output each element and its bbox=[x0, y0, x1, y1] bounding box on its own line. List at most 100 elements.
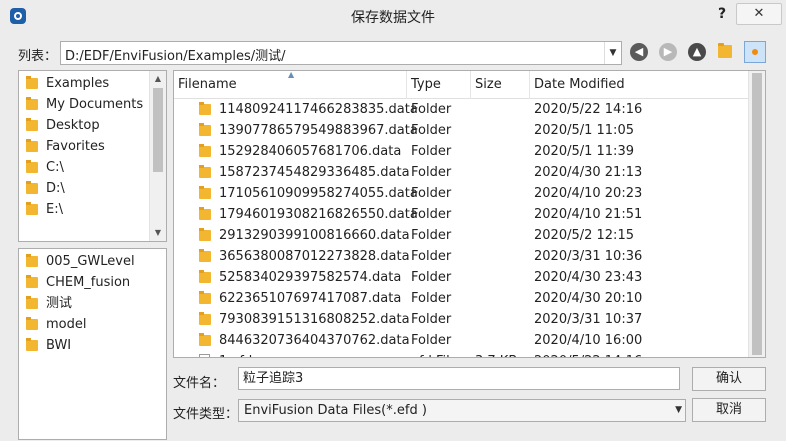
file-name: 1.efd bbox=[219, 351, 252, 357]
file-row[interactable]: 525834029397582574.data Folder 2020/4/30 2… bbox=[174, 267, 748, 288]
file-type: Folder bbox=[411, 165, 452, 180]
scroll-thumb[interactable] bbox=[153, 88, 163, 172]
filename-label: 文件名： bbox=[173, 376, 226, 391]
column-date-modified[interactable]: Date Modified bbox=[530, 71, 750, 99]
recent-item[interactable]: model bbox=[19, 314, 149, 335]
file-date: 2020/4/30 21:13 bbox=[534, 165, 643, 180]
places-item-label: D:\ bbox=[46, 181, 65, 196]
file-list: Filename ▲ Type Size Date Modified 11480… bbox=[173, 70, 766, 358]
file-size: 3.7 KB bbox=[475, 351, 517, 357]
file-type: Folder bbox=[411, 207, 452, 222]
places-item-label: C:\ bbox=[46, 160, 64, 175]
folder-icon bbox=[199, 165, 211, 178]
file-row[interactable]: 622365107697417087.data Folder 2020/4/30 2… bbox=[174, 288, 748, 309]
arrow-left-icon: ◀ bbox=[634, 45, 644, 58]
close-button[interactable]: ✕ bbox=[736, 3, 782, 25]
file-type: Folder bbox=[411, 270, 452, 285]
file-list-header: Filename ▲ Type Size Date Modified bbox=[174, 71, 748, 99]
file-name: 17946019308216826550.data bbox=[219, 207, 418, 222]
new-folder-button[interactable] bbox=[716, 42, 734, 60]
file-row[interactable]: 17946019308216826550.data Folder 2020/4/10… bbox=[174, 204, 748, 225]
column-size[interactable]: Size bbox=[471, 71, 530, 99]
file-row[interactable]: 291329039910081666​0.data Folder 2020/5/2 … bbox=[174, 225, 748, 246]
places-item[interactable]: Examples bbox=[19, 73, 149, 94]
file-date: 2020/5/22 14:16 bbox=[534, 351, 642, 357]
folder-icon bbox=[199, 186, 211, 199]
scroll-down-icon[interactable]: ▼ bbox=[150, 225, 166, 241]
file-date: 2020/5/2 12:15 bbox=[534, 228, 634, 243]
file-row[interactable]: 7930839151316808252.data Folder 2020/3/31 … bbox=[174, 309, 748, 330]
file-type: Folder bbox=[411, 123, 452, 138]
file-row[interactable]: 13907786579549883967.data Folder 2020/5/1 … bbox=[174, 120, 748, 141]
confirm-button[interactable]: 确认 bbox=[692, 367, 766, 391]
scroll-up-icon[interactable]: ▲ bbox=[150, 71, 166, 87]
filename-input[interactable]: 粒子追踪3 bbox=[238, 367, 680, 390]
path-combobox[interactable]: D:/EDF/EnviFusion/Examples/测试/ ▼ bbox=[60, 41, 622, 65]
file-date: 2020/3/31 10:37 bbox=[534, 312, 643, 327]
file-name: 1587237454829336485.data bbox=[219, 165, 410, 180]
file-row[interactable]: 152928406057681706.data Folder 2020/5/1 11… bbox=[174, 141, 748, 162]
folder-icon bbox=[26, 181, 38, 194]
folder-icon bbox=[199, 291, 211, 304]
parent-directory-button[interactable]: ▲ bbox=[688, 43, 706, 61]
file-row[interactable]: 3656380087012273828.data Folder 2020/3/31 … bbox=[174, 246, 748, 267]
file-name: 17105610909958274055.data bbox=[219, 186, 418, 201]
window-title: 保存数据文件 bbox=[351, 10, 435, 26]
places-item-label: E:\ bbox=[46, 202, 63, 217]
file-name: 8446320736404370762.data bbox=[219, 333, 410, 348]
places-item[interactable]: Desktop bbox=[19, 115, 149, 136]
file-name: 525834029397582574.data bbox=[219, 270, 402, 285]
folder-icon bbox=[26, 76, 38, 89]
file-row[interactable]: 11480924117466283835.data Folder 2020/5/22… bbox=[174, 99, 748, 120]
recent-item[interactable]: 测试 bbox=[19, 293, 149, 314]
filetype-label: 文件类型： bbox=[173, 407, 239, 422]
folder-icon bbox=[26, 275, 38, 288]
file-type: efd File bbox=[411, 351, 458, 357]
places-item[interactable]: Favorites bbox=[19, 136, 149, 157]
file-date: 2020/4/10 20:23 bbox=[534, 186, 643, 201]
file-type: Folder bbox=[411, 102, 452, 117]
file-row[interactable]: 1.efd efd File 3.7 KB 2020/5/22 14:16 bbox=[174, 351, 748, 357]
scroll-thumb[interactable] bbox=[752, 73, 762, 355]
file-list-scrollbar[interactable] bbox=[748, 71, 765, 357]
file-type: Folder bbox=[411, 291, 452, 306]
places-item[interactable]: C:\ bbox=[19, 157, 149, 178]
help-button[interactable]: ? bbox=[712, 3, 732, 25]
recent-item[interactable]: CHEM_fusion bbox=[19, 272, 149, 293]
recent-item[interactable]: BWI bbox=[19, 335, 149, 356]
folder-icon bbox=[26, 338, 38, 351]
file-date: 2020/5/1 11:39 bbox=[534, 144, 634, 159]
file-date: 2020/4/10 21:51 bbox=[534, 207, 643, 222]
cancel-button[interactable]: 取消 bbox=[692, 398, 766, 422]
places-item[interactable]: E:\ bbox=[19, 199, 149, 220]
chevron-down-icon[interactable]: ▼ bbox=[604, 42, 621, 64]
file-name: 152928406057681706.data bbox=[219, 144, 402, 159]
file-type: Folder bbox=[411, 333, 452, 348]
folder-icon bbox=[199, 102, 211, 115]
folder-icon bbox=[26, 254, 38, 267]
forward-button[interactable]: ▶ bbox=[659, 43, 677, 61]
file-row[interactable]: 17105610909958274055.data Folder 2020/4/10… bbox=[174, 183, 748, 204]
folder-icon bbox=[26, 97, 38, 110]
file-type: Folder bbox=[411, 186, 452, 201]
arrow-right-icon: ▶ bbox=[663, 45, 673, 58]
back-button[interactable]: ◀ bbox=[630, 43, 648, 61]
file-type: Folder bbox=[411, 249, 452, 264]
places-item[interactable]: D:\ bbox=[19, 178, 149, 199]
folder-icon bbox=[199, 249, 211, 262]
recent-item[interactable]: 005_GWLevel bbox=[19, 251, 149, 272]
column-type[interactable]: Type bbox=[407, 71, 471, 99]
places-scrollbar[interactable]: ▲ ▼ bbox=[149, 71, 166, 241]
sidebar-places: Examples My Documents Desktop Favorites C:\ D… bbox=[18, 70, 167, 242]
places-item[interactable]: My Documents bbox=[19, 94, 149, 115]
title-bar: 保存数据文件 ? ✕ bbox=[0, 0, 786, 32]
filetype-combobox[interactable]: EnviFusion Data Files(*.efd ) ▼ bbox=[238, 399, 686, 422]
places-item-label: My Documents bbox=[46, 97, 144, 112]
file-type: Folder bbox=[411, 144, 452, 159]
detail-view-button[interactable] bbox=[744, 41, 766, 63]
file-row[interactable]: 1587237454829336485.data Folder 2020/4/30 … bbox=[174, 162, 748, 183]
recent-item-label: BWI bbox=[46, 338, 72, 353]
file-row[interactable]: 8446320736404370762.data Folder 2020/4/10 … bbox=[174, 330, 748, 351]
folder-icon bbox=[199, 333, 211, 346]
chevron-down-icon[interactable]: ▼ bbox=[675, 400, 682, 421]
